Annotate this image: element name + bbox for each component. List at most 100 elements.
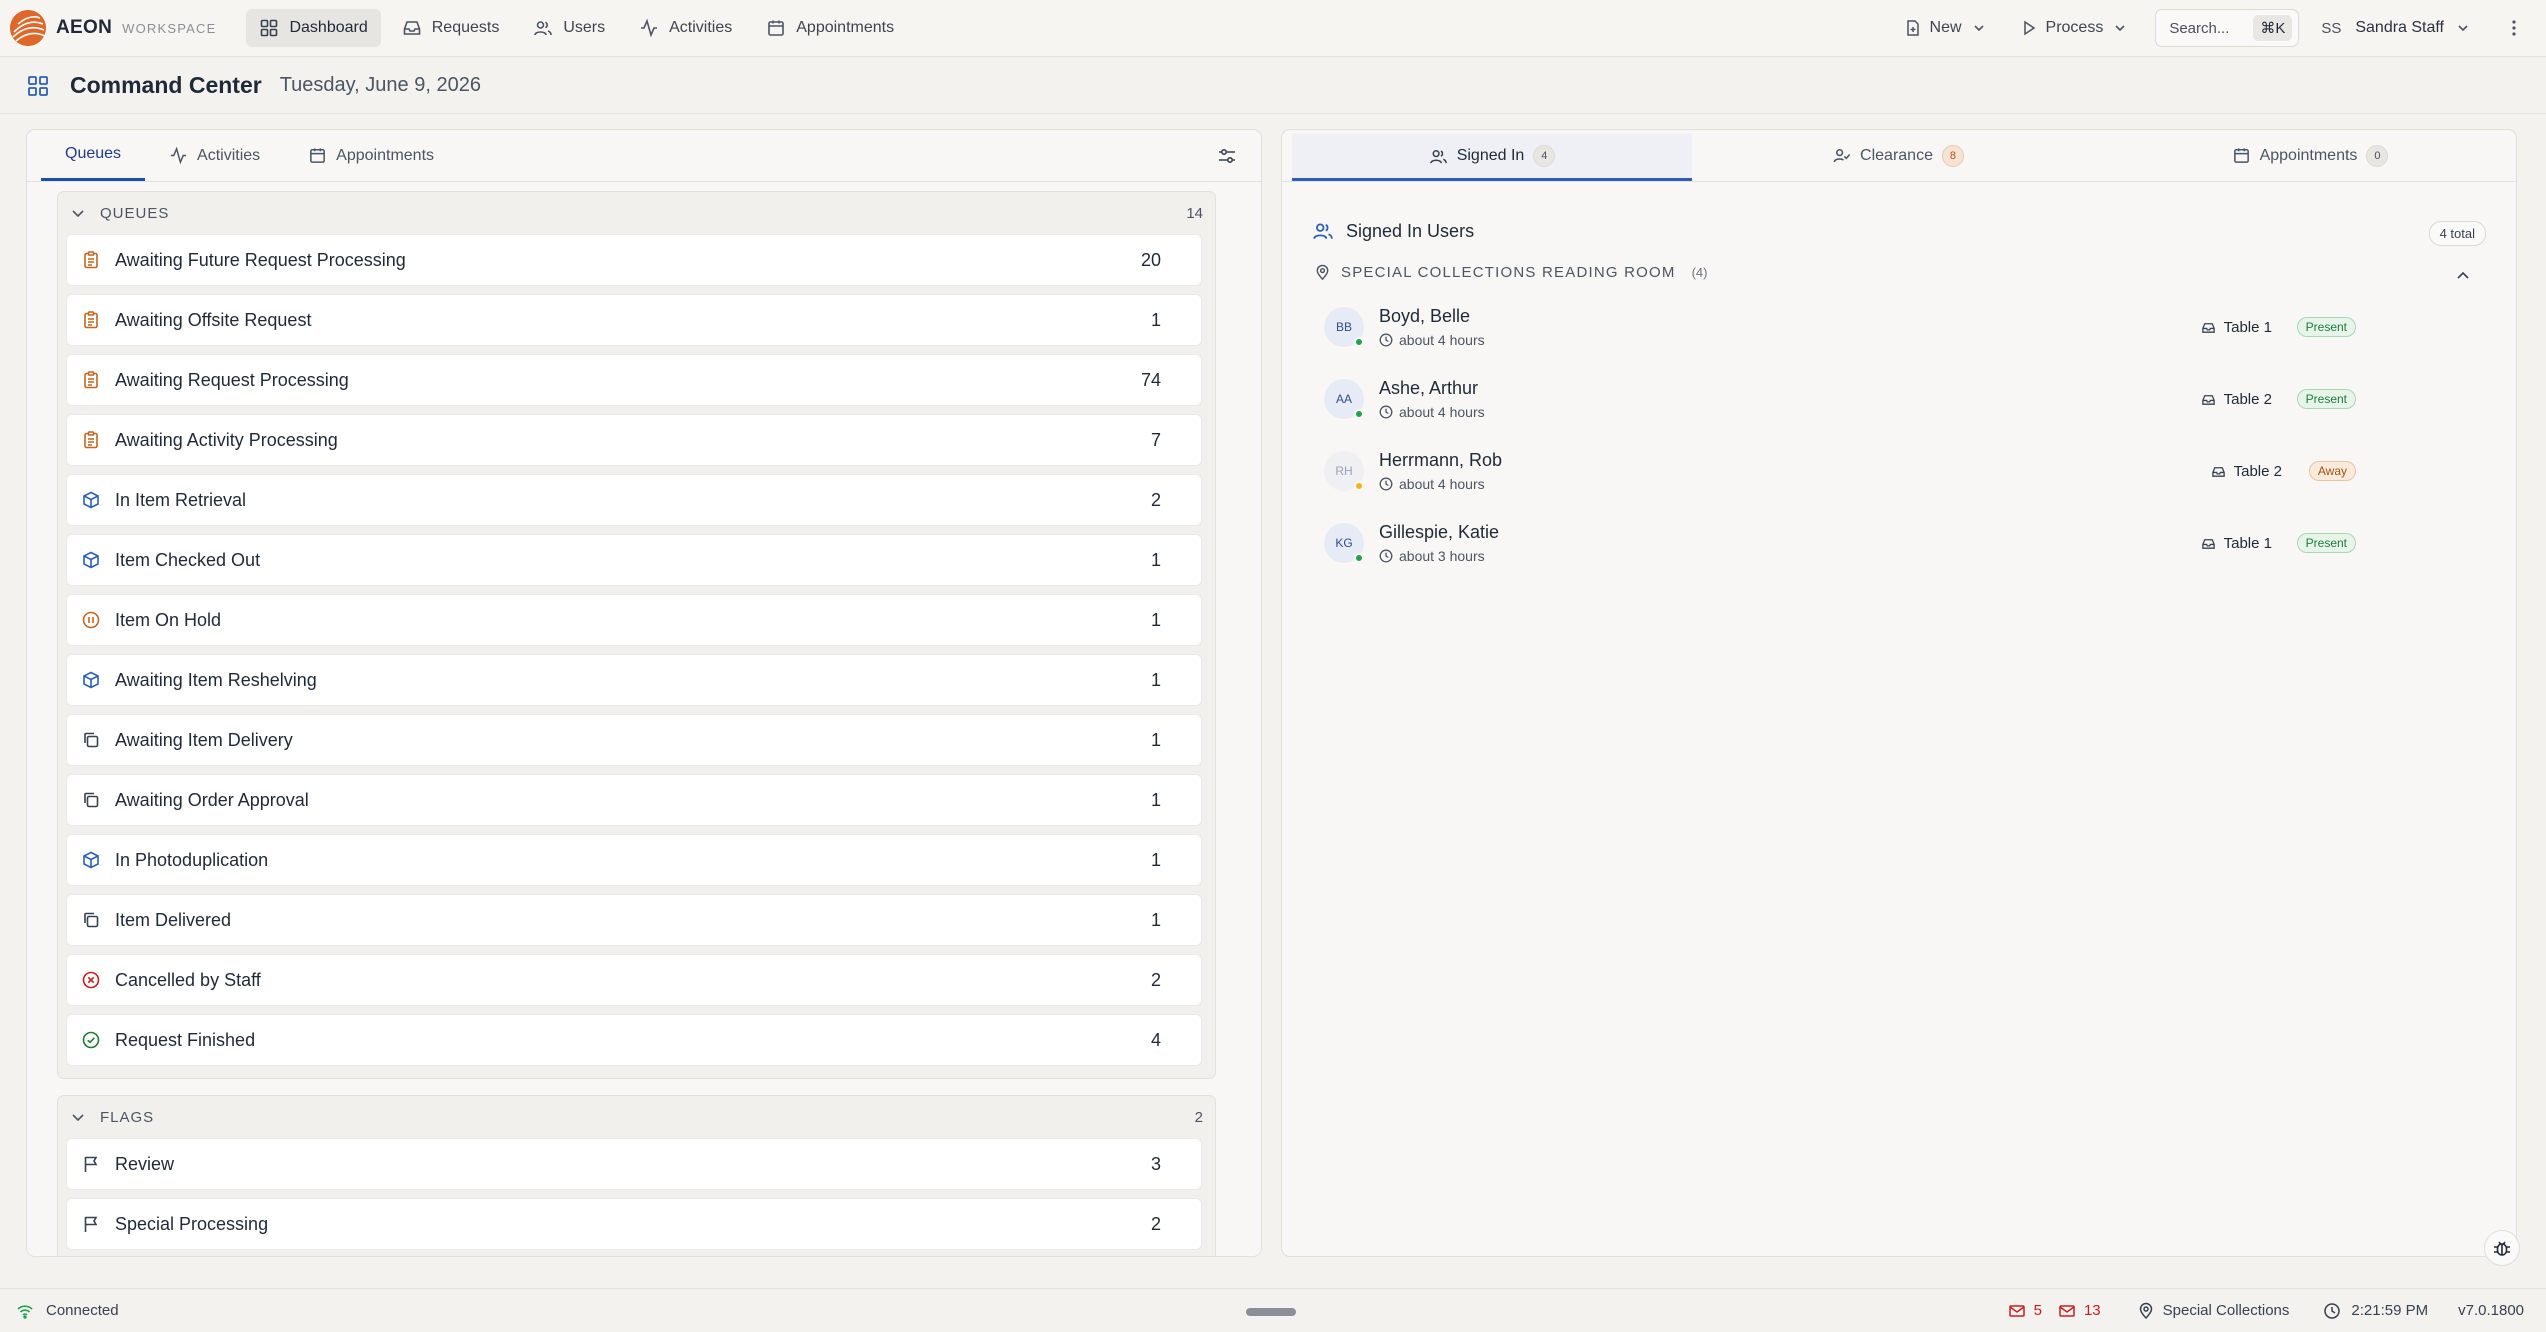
queues-section-count: 14 — [1186, 204, 1203, 222]
table-icon — [2201, 320, 2216, 335]
nav-appointments[interactable]: Appointments — [753, 9, 907, 47]
queue-row[interactable]: Awaiting Activity Processing 7 — [66, 414, 1202, 466]
queue-row-count: 1 — [1150, 849, 1161, 870]
more-options-button[interactable] — [2504, 18, 2524, 38]
duration-text: about 4 hours — [1399, 476, 1485, 492]
chevron-up-icon — [2457, 271, 2469, 279]
queue-row[interactable]: Item Checked Out 1 — [66, 534, 1202, 586]
queue-row[interactable]: Awaiting Request Processing 74 — [66, 354, 1202, 406]
user-name[interactable]: Boyd, Belle — [1379, 306, 1470, 327]
signed-in-user-row[interactable]: BB Boyd, Belle about 4 hours Table 1 Present — [1324, 299, 2454, 361]
table-icon — [2201, 536, 2216, 551]
queues-section: QUEUES 14 Awaiting Future Request Proces… — [57, 191, 1216, 1079]
chevron-down-icon — [1973, 25, 1984, 32]
tab-signed-in[interactable]: Signed In 4 — [1292, 134, 1692, 181]
queue-row-count: 1 — [1150, 309, 1161, 330]
signed-in-duration: about 3 hours — [1379, 548, 1485, 564]
nav-activities[interactable]: Activities — [626, 9, 745, 47]
queue-row[interactable]: Cancelled by Staff 2 — [66, 954, 1202, 1006]
queue-row-count: 1 — [1150, 909, 1161, 930]
flags-section-header[interactable]: FLAGS 2 — [58, 1096, 1215, 1138]
nav-dashboard[interactable]: Dashboard — [246, 9, 381, 47]
unread-mail-indicator[interactable]: 5 — [2008, 1302, 2042, 1320]
queue-row-label: Awaiting Item Reshelving — [115, 669, 317, 690]
resize-handle[interactable] — [1246, 1308, 1296, 1316]
connection-status: Connected — [16, 1302, 119, 1320]
global-search[interactable]: Search... ⌘K — [2155, 9, 2300, 47]
map-pin-icon — [1316, 264, 1329, 281]
nav-requests[interactable]: Requests — [389, 9, 513, 47]
user-initials: SS — [2321, 19, 2342, 37]
queue-row[interactable]: In Photoduplication 1 — [66, 834, 1202, 886]
process-menu-button[interactable]: Process — [2004, 19, 2146, 37]
location-indicator[interactable]: Special Collections — [2137, 1302, 2289, 1320]
queues-body: QUEUES 14 Awaiting Future Request Proces… — [27, 183, 1261, 1256]
user-menu[interactable]: SS Sandra Staff — [2299, 19, 2504, 37]
queue-row[interactable]: In Item Retrieval 2 — [66, 474, 1202, 526]
queue-row[interactable]: Item On Hold 1 — [66, 594, 1202, 646]
signed-in-user-row[interactable]: KG Gillespie, Katie about 3 hours Table 1 Pr… — [1324, 515, 2454, 577]
copy-icon — [81, 730, 101, 750]
app-subtitle: WORKSPACE — [122, 20, 217, 36]
queue-row[interactable]: Item Delivered 1 — [66, 894, 1202, 946]
room-group-header[interactable]: SPECIAL COLLECTIONS READING ROOM (4) — [1314, 264, 1707, 281]
debug-button[interactable] — [2484, 1230, 2520, 1266]
left-tabbar: Queues Activities Appointments — [27, 130, 1261, 182]
app-logo[interactable]: AEON WORKSPACE — [10, 10, 216, 46]
user-name[interactable]: Ashe, Arthur — [1379, 378, 1478, 399]
tab-clearance-label: Clearance — [1860, 146, 1933, 164]
queue-row-count: 2 — [1150, 489, 1161, 510]
clock-icon — [2324, 1302, 2341, 1319]
wifi-icon — [17, 1304, 33, 1319]
queue-row-count: 4 — [1150, 1029, 1161, 1050]
more-vertical-icon — [2512, 20, 2516, 36]
box-icon — [81, 670, 101, 690]
queue-row[interactable]: Awaiting Order Approval 1 — [66, 774, 1202, 826]
tab-right-appointments[interactable]: Appointments 0 — [2104, 130, 2516, 181]
flags-section-title: FLAGS — [100, 1108, 155, 1126]
signed-in-body: Signed In Users 4 total SPECIAL COLLECTI… — [1282, 183, 2516, 1256]
queue-row[interactable]: Review 3 — [66, 1138, 1202, 1190]
signed-in-user-row[interactable]: RH Herrmann, Rob about 4 hours Table 2 Away — [1324, 443, 2454, 505]
copy-icon — [81, 910, 101, 930]
signed-in-panel: Signed In 4 Clearance 8 Appointments 0 S… — [1281, 129, 2517, 1257]
tab-appointments-label: Appointments — [336, 146, 435, 164]
tab-appointments[interactable]: Appointments — [284, 130, 458, 181]
queue-row-count: 2 — [1150, 1213, 1161, 1234]
user-name[interactable]: Gillespie, Katie — [1379, 522, 1499, 543]
chevron-down-icon — [2115, 25, 2125, 32]
signed-in-total-badge: 4 total — [2428, 221, 2486, 246]
tab-queues[interactable]: Queues — [41, 130, 146, 181]
queue-row[interactable]: Awaiting Offsite Request 1 — [66, 294, 1202, 346]
copy-icon — [81, 790, 101, 810]
user-name[interactable]: Herrmann, Rob — [1379, 450, 1502, 471]
queue-row[interactable]: Awaiting Item Delivery 1 — [66, 714, 1202, 766]
tab-activities[interactable]: Activities — [145, 130, 284, 181]
queues-section-header[interactable]: QUEUES 14 — [58, 192, 1215, 234]
user-name: Sandra Staff — [2355, 19, 2444, 36]
queue-row[interactable]: Awaiting Item Reshelving 1 — [66, 654, 1202, 706]
queue-row-count: 1 — [1150, 669, 1161, 690]
new-menu-button[interactable]: New — [1888, 19, 2004, 37]
tab-clearance[interactable]: Clearance 8 — [1692, 130, 2104, 181]
command-center-icon — [26, 74, 50, 98]
calendar-icon — [310, 148, 326, 163]
queue-row[interactable]: Awaiting Future Request Processing 20 — [66, 234, 1202, 286]
nav-users[interactable]: Users — [520, 9, 618, 47]
queue-row-count: 74 — [1140, 369, 1161, 390]
filter-settings-button[interactable] — [1215, 144, 1239, 168]
users-icon — [1429, 149, 1447, 163]
search-placeholder: Search... — [2169, 19, 2230, 37]
mail-alerts-indicator[interactable]: 13 — [2058, 1302, 2101, 1320]
clipboard-icon — [81, 310, 101, 330]
status-badge: Present — [2296, 533, 2356, 553]
sliders-icon — [1219, 149, 1235, 164]
queue-row[interactable]: Request Finished 4 — [66, 1014, 1202, 1066]
signed-in-duration: about 4 hours — [1379, 476, 1485, 492]
signed-in-user-row[interactable]: AA Ashe, Arthur about 4 hours Table 2 Presen… — [1324, 371, 2454, 433]
room-collapse-button[interactable] — [2454, 267, 2472, 285]
queue-row[interactable]: Special Processing 2 — [66, 1198, 1202, 1250]
queue-row-count: 20 — [1140, 249, 1161, 270]
table-label: Table 2 — [2233, 463, 2282, 480]
status-badge: Away — [2308, 461, 2356, 481]
